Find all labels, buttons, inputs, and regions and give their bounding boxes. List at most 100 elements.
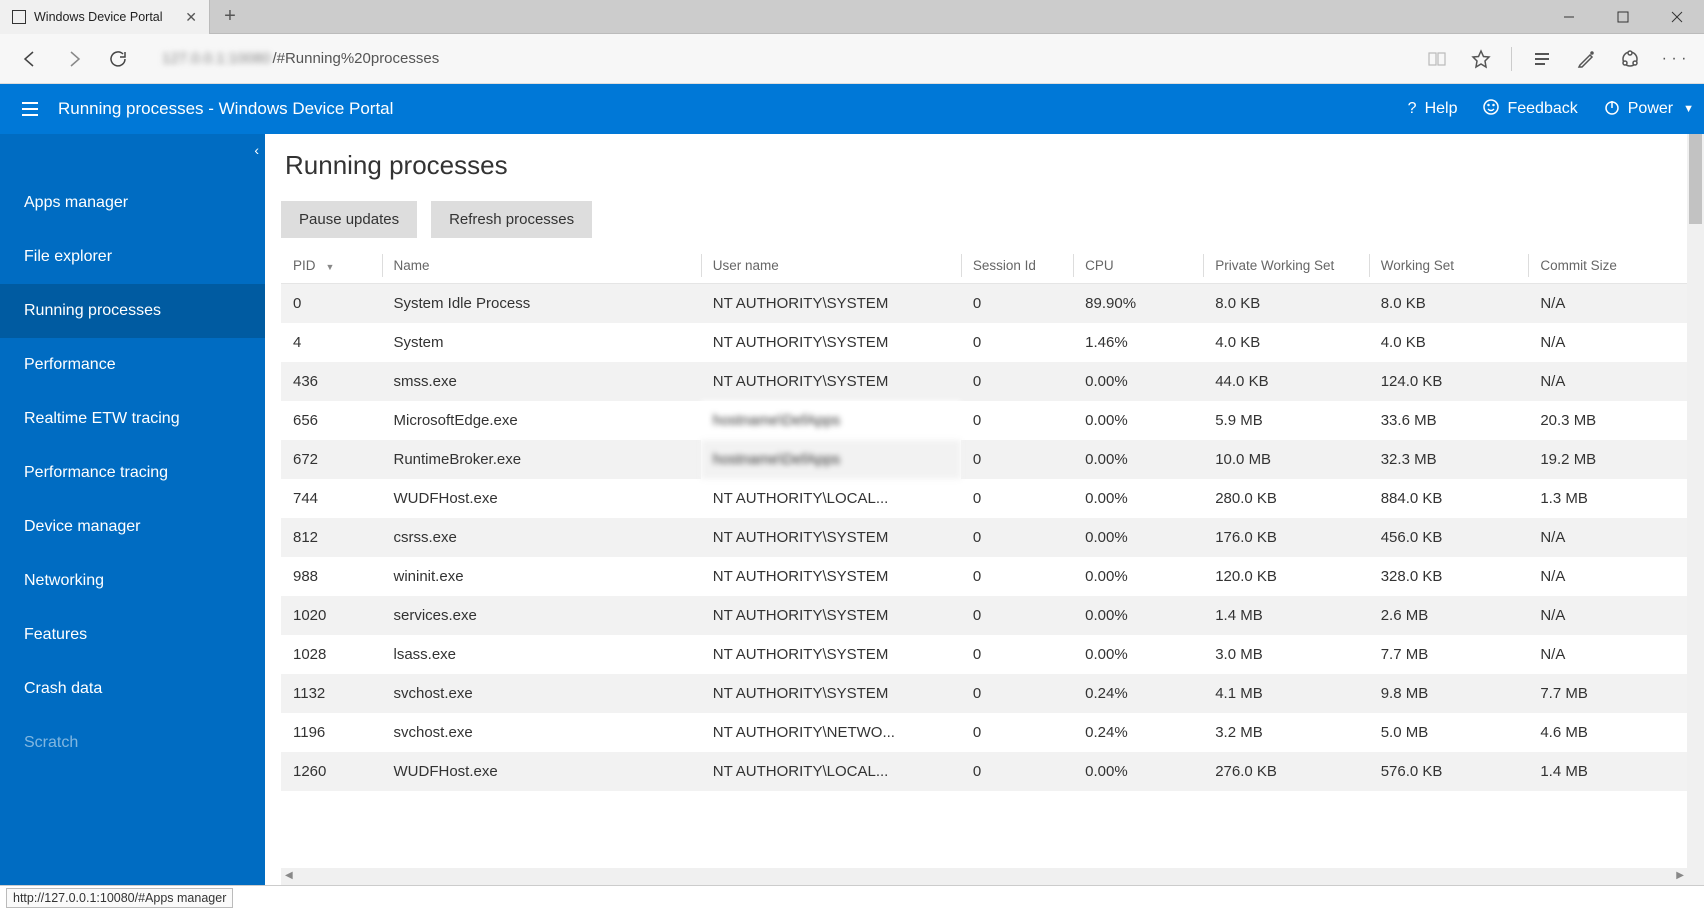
table-row[interactable]: 1132svchost.exeNT AUTHORITY\SYSTEM00.24%… xyxy=(281,674,1688,713)
tab-close-icon[interactable]: ✕ xyxy=(185,9,197,26)
col-header-commit[interactable]: Commit Size xyxy=(1528,248,1688,284)
col-header-pid[interactable]: PID▼ xyxy=(281,248,382,284)
power-label: Power xyxy=(1628,100,1673,118)
col-header-name[interactable]: Name xyxy=(382,248,701,284)
table-row[interactable]: 1020services.exeNT AUTHORITY\SYSTEM00.00… xyxy=(281,596,1688,635)
table-row[interactable]: 0System Idle ProcessNT AUTHORITY\SYSTEM0… xyxy=(281,284,1688,324)
window-controls xyxy=(1542,0,1704,33)
col-header-user[interactable]: User name xyxy=(701,248,961,284)
cell-cpu: 0.00% xyxy=(1073,557,1203,596)
notes-icon[interactable] xyxy=(1566,39,1606,79)
cell-commit: N/A xyxy=(1528,323,1688,362)
sort-asc-icon: ▼ xyxy=(326,262,335,272)
cell-ws: 576.0 KB xyxy=(1369,752,1529,791)
cell-pws: 10.0 MB xyxy=(1203,440,1369,479)
cell-pid: 0 xyxy=(281,284,382,324)
sidebar-collapse-icon[interactable]: ‹ xyxy=(254,142,259,158)
address-bar[interactable]: 127.0.0.1:10080 /#Running%20processes xyxy=(162,50,1393,67)
table-row[interactable]: 744WUDFHost.exeNT AUTHORITY\LOCAL...00.0… xyxy=(281,479,1688,518)
cell-ws: 33.6 MB xyxy=(1369,401,1529,440)
cell-session: 0 xyxy=(961,440,1073,479)
cell-pid: 1132 xyxy=(281,674,382,713)
sidebar-item-performance[interactable]: Performance xyxy=(0,338,265,392)
cell-cpu: 0.00% xyxy=(1073,596,1203,635)
table-row[interactable]: 988wininit.exeNT AUTHORITY\SYSTEM00.00%1… xyxy=(281,557,1688,596)
cell-pid: 744 xyxy=(281,479,382,518)
horizontal-scrollbar[interactable] xyxy=(281,868,1688,885)
col-header-ws[interactable]: Working Set xyxy=(1369,248,1529,284)
status-link-preview: http://127.0.0.1:10080/#Apps manager xyxy=(6,888,233,908)
sidebar-item-running-processes[interactable]: Running processes xyxy=(0,284,265,338)
sidebar-item-crash-data[interactable]: Crash data xyxy=(0,662,265,716)
share-icon[interactable] xyxy=(1610,39,1650,79)
back-button[interactable] xyxy=(10,39,50,79)
cell-ws: 4.0 KB xyxy=(1369,323,1529,362)
table-row[interactable]: 656MicrosoftEdge.exehostname\DefApps00.0… xyxy=(281,401,1688,440)
cell-cpu: 0.24% xyxy=(1073,713,1203,752)
col-header-pws[interactable]: Private Working Set xyxy=(1203,248,1369,284)
help-link[interactable]: ? Help xyxy=(1408,100,1458,118)
cell-ws: 5.0 MB xyxy=(1369,713,1529,752)
reading-view-icon[interactable] xyxy=(1417,39,1457,79)
col-header-session[interactable]: Session Id xyxy=(961,248,1073,284)
vertical-scrollbar[interactable] xyxy=(1687,134,1704,885)
cell-pid: 672 xyxy=(281,440,382,479)
cell-commit: N/A xyxy=(1528,557,1688,596)
table-row[interactable]: 4SystemNT AUTHORITY\SYSTEM01.46%4.0 KB4.… xyxy=(281,323,1688,362)
cell-user: NT AUTHORITY\SYSTEM xyxy=(701,674,961,713)
page-title: Running processes xyxy=(265,134,1704,201)
toolbar-separator xyxy=(1511,47,1512,71)
cell-pws: 1.4 MB xyxy=(1203,596,1369,635)
cell-cpu: 89.90% xyxy=(1073,284,1203,324)
address-path: /#Running%20processes xyxy=(272,50,439,67)
cell-cpu: 0.00% xyxy=(1073,440,1203,479)
sidebar-item-realtime-etw-tracing[interactable]: Realtime ETW tracing xyxy=(0,392,265,446)
cell-cpu: 0.00% xyxy=(1073,479,1203,518)
cell-commit: 1.4 MB xyxy=(1528,752,1688,791)
browser-tab[interactable]: Windows Device Portal ✕ xyxy=(0,0,210,34)
window-minimize-button[interactable] xyxy=(1542,0,1596,33)
new-tab-button[interactable]: + xyxy=(210,0,250,33)
window-close-button[interactable] xyxy=(1650,0,1704,33)
refresh-processes-button[interactable]: Refresh processes xyxy=(431,201,592,238)
sidebar-item-file-explorer[interactable]: File explorer xyxy=(0,230,265,284)
more-icon[interactable]: · · · xyxy=(1654,39,1694,79)
sidebar-item-networking[interactable]: Networking xyxy=(0,554,265,608)
cell-ws: 2.6 MB xyxy=(1369,596,1529,635)
table-row[interactable]: 436smss.exeNT AUTHORITY\SYSTEM00.00%44.0… xyxy=(281,362,1688,401)
feedback-link[interactable]: Feedback xyxy=(1483,99,1577,120)
table-row[interactable]: 1260WUDFHost.exeNT AUTHORITY\LOCAL...00.… xyxy=(281,752,1688,791)
cell-session: 0 xyxy=(961,479,1073,518)
window-maximize-button[interactable] xyxy=(1596,0,1650,33)
sidebar-item-apps-manager[interactable]: Apps manager xyxy=(0,176,265,230)
cell-ws: 124.0 KB xyxy=(1369,362,1529,401)
cell-user: hostname\DefApps xyxy=(701,440,961,479)
refresh-button[interactable] xyxy=(98,39,138,79)
cell-pws: 4.0 KB xyxy=(1203,323,1369,362)
pause-updates-button[interactable]: Pause updates xyxy=(281,201,417,238)
cell-pws: 3.0 MB xyxy=(1203,635,1369,674)
cell-pid: 436 xyxy=(281,362,382,401)
hub-icon[interactable] xyxy=(1522,39,1562,79)
table-row[interactable]: 672RuntimeBroker.exehostname\DefApps00.0… xyxy=(281,440,1688,479)
sidebar-item-cutoff[interactable]: Scratch xyxy=(0,716,265,752)
cell-name: WUDFHost.exe xyxy=(382,752,701,791)
cell-user: NT AUTHORITY\SYSTEM xyxy=(701,557,961,596)
forward-button[interactable] xyxy=(54,39,94,79)
cell-ws: 884.0 KB xyxy=(1369,479,1529,518)
table-row[interactable]: 1028lsass.exeNT AUTHORITY\SYSTEM00.00%3.… xyxy=(281,635,1688,674)
sidebar-item-features[interactable]: Features xyxy=(0,608,265,662)
sidebar-item-device-manager[interactable]: Device manager xyxy=(0,500,265,554)
scrollbar-thumb[interactable] xyxy=(1689,134,1702,224)
feedback-label: Feedback xyxy=(1507,100,1577,118)
power-menu[interactable]: Power ▼ xyxy=(1604,99,1694,120)
menu-icon[interactable] xyxy=(10,99,50,119)
col-header-cpu[interactable]: CPU xyxy=(1073,248,1203,284)
cell-pid: 1260 xyxy=(281,752,382,791)
table-row[interactable]: 1196svchost.exeNT AUTHORITY\NETWO...00.2… xyxy=(281,713,1688,752)
favorite-icon[interactable] xyxy=(1461,39,1501,79)
cell-pws: 176.0 KB xyxy=(1203,518,1369,557)
table-row[interactable]: 812csrss.exeNT AUTHORITY\SYSTEM00.00%176… xyxy=(281,518,1688,557)
cell-commit: N/A xyxy=(1528,362,1688,401)
sidebar-item-performance-tracing[interactable]: Performance tracing xyxy=(0,446,265,500)
